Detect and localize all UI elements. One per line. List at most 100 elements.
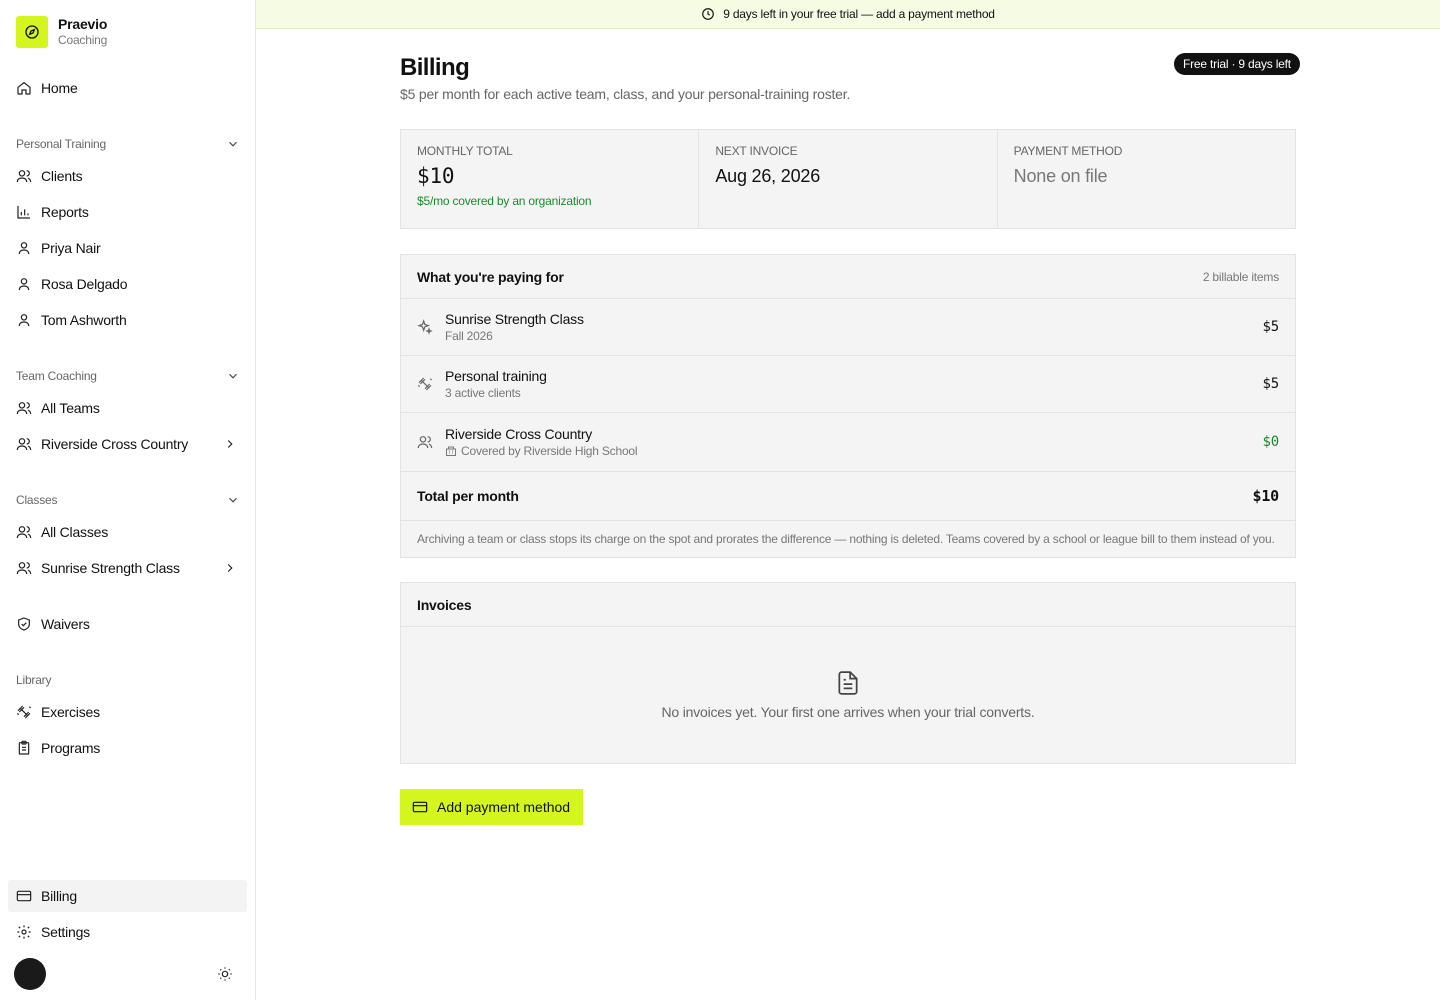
users-icon (16, 402, 32, 415)
sidebar-item-label: Rosa Delgado (41, 276, 128, 292)
brand-sub: Coaching (58, 33, 108, 47)
user-icon (18, 242, 30, 255)
sidebar-item-label: Home (41, 80, 78, 96)
stat-next-invoice: NEXT INVOICE Aug 26, 2026 (699, 130, 998, 228)
sidebar-item-clients[interactable]: Clients (8, 160, 247, 192)
users-icon (16, 438, 32, 451)
page-subtitle: $5 per month for each active team, class… (400, 86, 851, 102)
sidebar-item-label: Priya Nair (41, 240, 101, 256)
line-amount: $5 (1262, 376, 1280, 392)
sidebar-item-reports[interactable]: Reports (8, 196, 247, 228)
clock-icon (702, 8, 715, 20)
sidebar-item-programs[interactable]: Programs (8, 732, 247, 764)
section-personal-training[interactable]: Personal Training (16, 134, 240, 154)
sidebar-item-label: Programs (41, 740, 101, 756)
billing-summary: MONTHLY TOTAL $10 $5/mo covered by an or… (400, 129, 1296, 229)
stat-label: MONTHLY TOTAL (417, 144, 513, 158)
sidebar-item-settings[interactable]: Settings (8, 916, 247, 948)
paying-for-card: What you're paying for 2 billable items … (400, 254, 1296, 558)
sidebar-item-label: Clients (41, 168, 83, 184)
sidebar-item-label: All Teams (41, 400, 100, 416)
trial-banner-text: 9 days left in your free trial — add a p… (723, 7, 995, 21)
invoices-empty-state: No invoices yet. Your first one arrives … (401, 627, 1295, 763)
line-name: Personal training (445, 368, 547, 384)
sidebar-item-client[interactable]: Priya Nair (8, 232, 247, 264)
line-amount: $5 (1262, 319, 1280, 335)
dumbbell-icon (417, 377, 433, 391)
trial-banner[interactable]: 9 days left in your free trial — add a p… (256, 0, 1440, 29)
sidebar-item-label: All Classes (41, 524, 109, 540)
sidebar-item-exercises[interactable]: Exercises (8, 696, 247, 728)
brand[interactable]: Praevio Coaching (16, 16, 107, 48)
line-sub: 3 active clients (445, 386, 1263, 400)
dumbbell-icon (16, 705, 32, 719)
line-sub: Covered by Riverside High School (445, 444, 1263, 458)
sidebar-item-client[interactable]: Tom Ashworth (8, 304, 247, 336)
line-sub-text: 3 active clients (445, 386, 521, 400)
chevron-right-icon[interactable] (223, 561, 237, 575)
credit-card-icon (412, 801, 428, 813)
shield-check-icon (18, 617, 30, 631)
page-title: Billing (400, 54, 470, 81)
stat-label: PAYMENT METHOD (1013, 144, 1123, 158)
user-icon (18, 278, 30, 291)
stat-label: NEXT INVOICE (715, 144, 798, 158)
line-name: Riverside Cross Country (445, 426, 593, 442)
stat-payment-method: PAYMENT METHOD None on file (998, 130, 1295, 228)
line-sub-text: Covered by Riverside High School (461, 444, 638, 458)
users-icon (16, 170, 32, 183)
sidebar-item-waivers[interactable]: Waivers (8, 608, 247, 640)
sun-icon[interactable] (217, 966, 233, 982)
trial-badge: Free trial · 9 days left (1174, 53, 1300, 75)
sidebar-item-label: Settings (41, 924, 90, 940)
billable-count: 2 billable items (1202, 269, 1279, 284)
users-icon (16, 562, 32, 575)
line-sub-text: Fall 2026 (445, 329, 493, 343)
sidebar-item-all-classes[interactable]: All Classes (8, 516, 247, 548)
sidebar-item-billing[interactable]: Billing (8, 880, 247, 912)
gear-icon (17, 925, 31, 939)
table-row[interactable]: Sunrise Strength Class Fall 2026 $5 (401, 299, 1295, 356)
clipboard-icon (18, 740, 30, 755)
billing-footnote: Archiving a team or class stops its char… (417, 532, 1275, 546)
button-label: Add payment method (437, 799, 571, 815)
sidebar-item-label: Tom Ashworth (41, 312, 127, 328)
section-library: Library (16, 670, 240, 690)
avatar[interactable] (14, 958, 46, 990)
home-icon (17, 81, 31, 95)
sidebar-item-sunrise[interactable]: Sunrise Strength Class (8, 552, 247, 584)
add-payment-method-button[interactable]: Add payment method (400, 789, 583, 825)
section-label: Library (16, 673, 52, 687)
card-header: Invoices (401, 583, 1295, 627)
chevron-right-icon[interactable] (223, 437, 237, 451)
sidebar: Praevio Coaching Home Personal Training … (0, 0, 256, 1000)
building-icon (446, 446, 456, 456)
file-text-icon (838, 671, 858, 695)
line-sub: Fall 2026 (445, 329, 1263, 343)
sidebar-item-home[interactable]: Home (8, 72, 247, 104)
stat-monthly-total: MONTHLY TOTAL $10 $5/mo covered by an or… (401, 130, 700, 228)
sidebar-item-client[interactable]: Rosa Delgado (8, 268, 247, 300)
chevron-down-icon (229, 373, 237, 379)
sparkles-icon (417, 319, 433, 335)
section-classes[interactable]: Classes (16, 490, 240, 510)
table-row[interactable]: Personal training 3 active clients $5 (401, 356, 1295, 413)
total-amount: $10 (1252, 487, 1280, 505)
invoices-card: Invoices No invoices yet. Your first one… (400, 582, 1296, 764)
sidebar-item-all-teams[interactable]: All Teams (8, 392, 247, 424)
card-title: What you're paying for (417, 268, 564, 285)
sidebar-item-label: Billing (41, 888, 77, 904)
card-title: Invoices (417, 596, 472, 613)
sidebar-item-label: Riverside Cross Country (41, 436, 189, 452)
bar-chart-icon (17, 206, 30, 219)
line-name: Sunrise Strength Class (445, 311, 584, 327)
users-icon (16, 526, 32, 539)
chevron-down-icon (229, 497, 237, 503)
line-amount: $0 (1262, 434, 1280, 450)
section-label: Team Coaching (16, 369, 97, 383)
empty-text: No invoices yet. Your first one arrives … (661, 704, 1035, 720)
section-label: Classes (16, 493, 58, 507)
section-team-coaching[interactable]: Team Coaching (16, 366, 240, 386)
table-row[interactable]: Riverside Cross Country Covered by River… (401, 413, 1295, 472)
sidebar-item-riverside[interactable]: Riverside Cross Country (8, 428, 247, 460)
